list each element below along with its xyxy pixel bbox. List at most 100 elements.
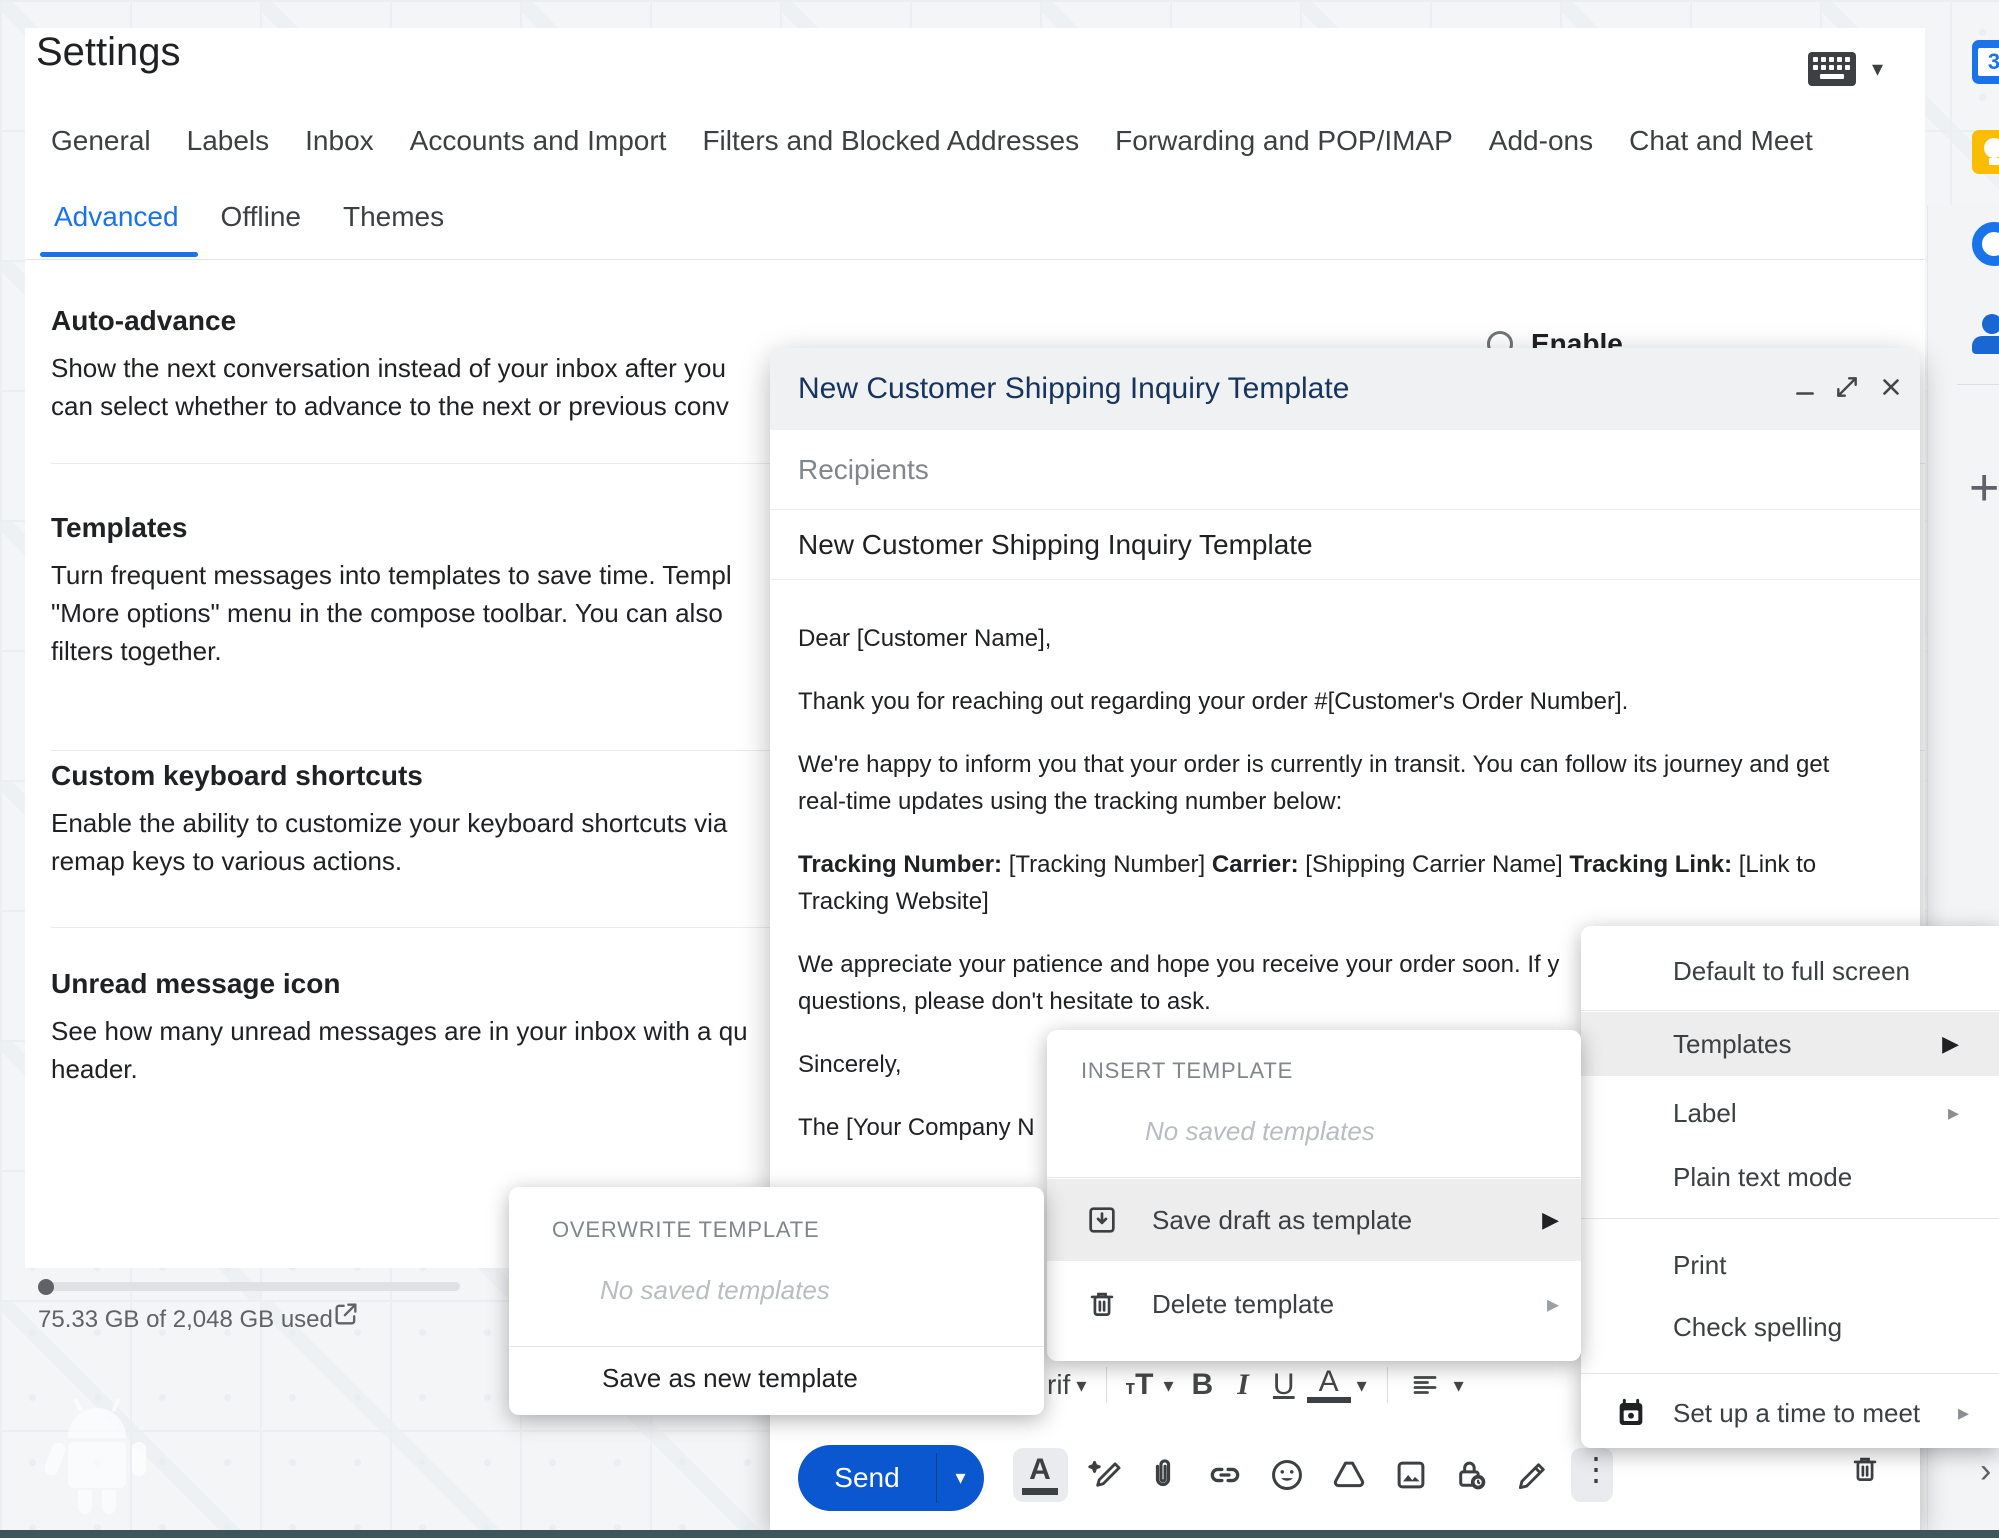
recipients-field[interactable]: Recipients <box>770 430 1920 510</box>
overwrite-template-menu: OVERWRITE TEMPLATE No saved templates Sa… <box>509 1187 1044 1415</box>
section-heading: Custom keyboard shortcuts <box>51 760 727 792</box>
calendar-icon <box>1615 1397 1647 1429</box>
bottom-edge-bar <box>0 1530 1999 1538</box>
insert-emoji-icon[interactable] <box>1268 1456 1306 1494</box>
delete-template-trash-icon <box>1085 1287 1119 1321</box>
storage-progress-bar <box>40 1282 460 1291</box>
align-caret-icon[interactable]: ▾ <box>1448 1373 1470 1398</box>
insert-photo-icon[interactable] <box>1392 1456 1430 1494</box>
submenu-arrow-icon: ▶ <box>1542 1207 1559 1233</box>
divider <box>1957 384 1999 385</box>
font-size-caret-icon[interactable]: ▾ <box>1158 1373 1180 1398</box>
menu-item-plain-text-mode[interactable]: Plain text mode <box>1581 1146 1999 1208</box>
help-me-write-icon[interactable] <box>1085 1456 1123 1494</box>
toolbar-divider <box>1106 1367 1107 1403</box>
close-icon[interactable] <box>1878 374 1908 404</box>
divider <box>1581 1218 1999 1219</box>
text-color-caret-icon[interactable]: ▾ <box>1351 1373 1373 1398</box>
tab-offline[interactable]: Offline <box>221 201 301 233</box>
storage-usage-text: 75.33 GB of 2,048 GB used <box>38 1306 333 1334</box>
discard-draft-icon[interactable] <box>1848 1452 1886 1490</box>
insert-signature-icon[interactable] <box>1514 1456 1552 1494</box>
android-doodle <box>40 1398 160 1528</box>
body-paragraph: We're happy to inform you that your orde… <box>798 746 1908 820</box>
insert-template-header: INSERT TEMPLATE <box>1081 1058 1293 1084</box>
toolbar-divider <box>1387 1367 1388 1403</box>
tab-themes[interactable]: Themes <box>343 201 444 233</box>
underline-button[interactable]: U <box>1261 1368 1307 1402</box>
tab-chat-and-meet[interactable]: Chat and Meet <box>1629 125 1813 157</box>
section-text: remap keys to various actions. <box>51 842 727 880</box>
side-panel-collapse-icon[interactable]: › <box>1980 1452 1991 1491</box>
section-text: Enable the ability to customize your key… <box>51 804 727 842</box>
font-family-select[interactable]: rif <box>1047 1369 1070 1401</box>
font-family-caret-icon[interactable]: ▾ <box>1070 1373 1092 1398</box>
compose-header[interactable]: New Customer Shipping Inquiry Template <box>770 348 1920 430</box>
keyboard-icon[interactable] <box>1808 52 1856 86</box>
overwrite-template-header: OVERWRITE TEMPLATE <box>552 1217 819 1243</box>
calendar-app-icon[interactable]: 3 <box>1972 40 1999 84</box>
tab-add-ons[interactable]: Add-ons <box>1489 125 1593 157</box>
input-tools-menu[interactable]: ▾ <box>1808 52 1883 86</box>
divider <box>1581 1010 1999 1011</box>
section-text: filters together. <box>51 632 732 670</box>
menu-item-check-spelling[interactable]: Check spelling <box>1581 1296 1999 1358</box>
active-tab-underline <box>40 252 198 257</box>
external-link-icon[interactable] <box>332 1300 360 1328</box>
confidential-mode-icon[interactable] <box>1452 1456 1490 1494</box>
compose-window-title: New Customer Shipping Inquiry Template <box>798 372 1349 406</box>
align-button[interactable] <box>1402 1370 1448 1400</box>
tab-labels[interactable]: Labels <box>187 125 270 157</box>
keyboard-caret-icon[interactable]: ▾ <box>1872 56 1883 82</box>
menu-item-save-as-new-template[interactable]: Save as new template <box>602 1363 858 1394</box>
no-saved-templates-text: No saved templates <box>600 1275 830 1306</box>
menu-item-label[interactable]: Label ▸ <box>1581 1082 1999 1144</box>
menu-item-default-to-full-screen[interactable]: Default to full screen <box>1581 936 1999 1006</box>
settings-tabs-row2: Advanced Offline Themes <box>54 201 444 233</box>
tab-advanced[interactable]: Advanced <box>54 201 179 233</box>
body-line: Thank you for reaching out regarding you… <box>798 683 1908 720</box>
insert-from-drive-icon[interactable] <box>1330 1456 1368 1494</box>
submenu-arrow-icon: ▸ <box>1948 1100 1959 1126</box>
send-options-caret-icon[interactable]: ▾ <box>937 1445 984 1511</box>
italic-button[interactable]: I <box>1225 1368 1261 1402</box>
menu-item-save-draft-as-template[interactable]: Save draft as template ▶ <box>1047 1179 1581 1261</box>
attach-file-icon[interactable] <box>1144 1456 1182 1494</box>
formatting-options-icon[interactable]: A <box>1022 1452 1058 1495</box>
formatting-toolbar: rif ▾ тT ▾ B I U A ▾ ▾ <box>1047 1356 1470 1414</box>
submenu-arrow-icon: ▸ <box>1547 1290 1559 1319</box>
tab-general[interactable]: General <box>51 125 151 157</box>
minimize-icon[interactable] <box>1792 374 1822 404</box>
expand-fullscreen-icon[interactable] <box>1834 374 1864 404</box>
menu-item-templates[interactable]: Templates ▶ <box>1581 1012 1999 1076</box>
section-heading: Templates <box>51 512 732 544</box>
tab-forwarding-and-pop-imap[interactable]: Forwarding and POP/IMAP <box>1115 125 1453 157</box>
tab-filters-and-blocked-addresses[interactable]: Filters and Blocked Addresses <box>702 125 1079 157</box>
tab-accounts-and-import[interactable]: Accounts and Import <box>410 125 667 157</box>
add-addon-plus-icon[interactable]: + <box>1969 458 1999 518</box>
tab-inbox[interactable]: Inbox <box>305 125 374 157</box>
text-color-button[interactable]: A <box>1307 1367 1351 1403</box>
subject-field[interactable]: New Customer Shipping Inquiry Template <box>770 510 1920 580</box>
subject-value: New Customer Shipping Inquiry Template <box>798 529 1313 561</box>
section-text: header. <box>51 1050 748 1088</box>
submenu-arrow-icon: ▶ <box>1942 1031 1959 1057</box>
storage-progress-indicator <box>38 1279 54 1295</box>
keep-app-icon[interactable] <box>1972 130 1999 174</box>
section-text: Turn frequent messages into templates to… <box>51 556 732 594</box>
menu-item-print[interactable]: Print <box>1581 1234 1999 1296</box>
menu-item-set-up-a-time-to-meet[interactable]: Set up a time to meet ▸ <box>1581 1382 1999 1444</box>
section-heading: Unread message icon <box>51 968 748 1000</box>
page-title: Settings <box>36 30 181 75</box>
body-paragraph-tracking: Tracking Number: [Tracking Number] Carri… <box>798 846 1908 920</box>
insert-link-icon[interactable] <box>1206 1456 1244 1494</box>
send-button[interactable]: Send ▾ <box>798 1445 984 1511</box>
insert-template-menu: INSERT TEMPLATE No saved templates Save … <box>1047 1030 1581 1361</box>
font-size-button[interactable]: тT <box>1121 1368 1157 1402</box>
bold-button[interactable]: B <box>1180 1368 1226 1402</box>
more-options-menu: Default to full screen Templates ▶ Label… <box>1581 926 1999 1448</box>
section-auto-advance: Auto-advance Show the next conversation … <box>51 305 729 425</box>
contacts-app-icon[interactable] <box>1972 312 1999 356</box>
more-send-options-icon[interactable]: ⋮ <box>1580 1450 1604 1488</box>
menu-item-delete-template[interactable]: Delete template ▸ <box>1047 1263 1581 1345</box>
